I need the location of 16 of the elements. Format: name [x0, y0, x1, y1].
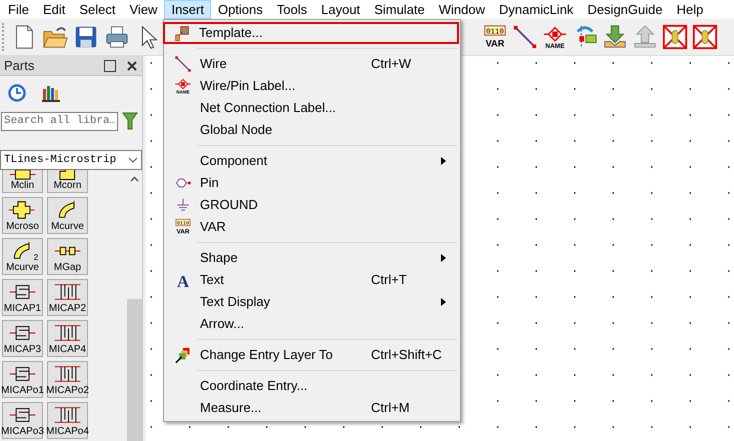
part-label: MICAP1 [4, 303, 42, 314]
part-label: MICAPo1 [1, 385, 44, 396]
part-label: MICAP4 [48, 344, 86, 355]
part-label: MICAP3 [4, 344, 42, 355]
part-label: MICAP2 [48, 303, 86, 314]
text-icon: A [174, 271, 192, 289]
part-label: MICAPo3 [1, 426, 44, 437]
part-label: Mcurve [6, 262, 39, 273]
part-label: Mcorn [54, 180, 82, 191]
part-label: Mclin [10, 180, 34, 191]
part-label: MGap [54, 262, 82, 273]
part-label: MICAPo4 [46, 426, 89, 437]
part-label: MICAPo2 [46, 385, 89, 396]
part-label: Mcroso [6, 221, 39, 232]
panel-title: Parts [4, 56, 36, 75]
part-label: Mcurve [51, 221, 84, 232]
